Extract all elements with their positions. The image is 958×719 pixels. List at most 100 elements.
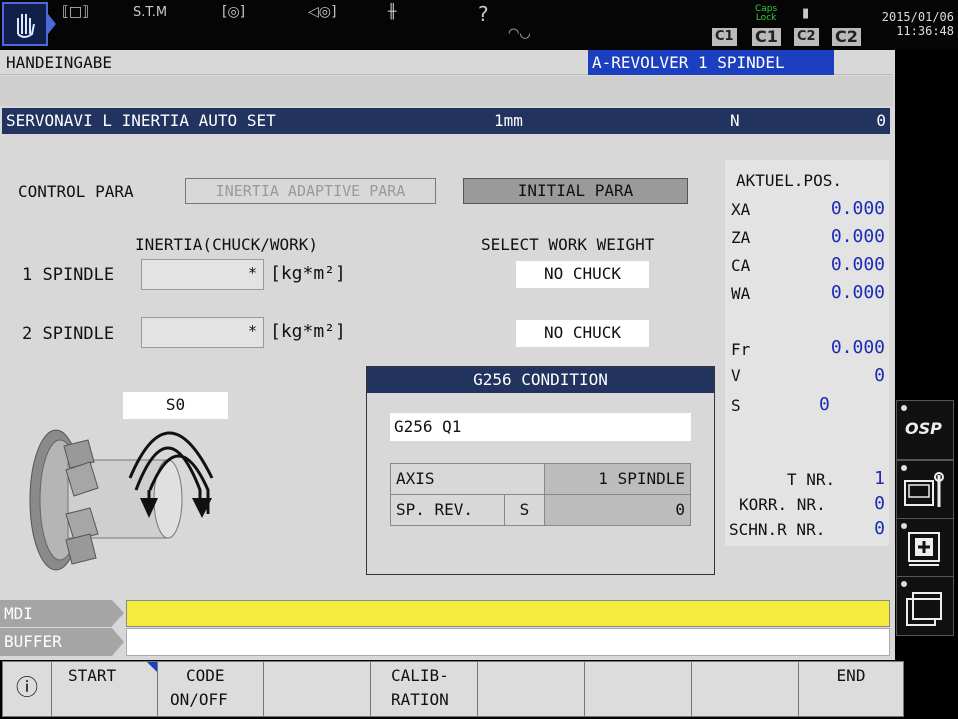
hand-mode-icon[interactable]: [2, 2, 48, 46]
osp-button[interactable]: OSP: [896, 400, 954, 460]
initial-para-text: INITIAL PARA: [517, 181, 634, 200]
axis-ca-value: 0.000: [830, 254, 885, 275]
inertia-header: INERTIA(CHUCK/WORK): [135, 235, 319, 254]
initial-para-option[interactable]: INITIAL PARA: [463, 178, 688, 204]
tool-icon[interactable]: ◁◎]: [308, 4, 336, 20]
spindle-2-work-weight-select[interactable]: NO CHUCK: [516, 320, 649, 347]
s-value: 0: [819, 394, 830, 415]
mdi-row: MDI: [0, 600, 893, 627]
chuck-icon[interactable]: [◎]: [222, 4, 245, 20]
calibration-key[interactable]: CALIB- RATION: [370, 661, 478, 717]
g256-command-value: G256 Q1: [394, 417, 462, 436]
sequence-n-value: 0: [876, 111, 886, 130]
calib-key-label-line2: RATION: [391, 690, 449, 709]
c1-small-indicator: C1: [712, 28, 737, 46]
code-on-off-key[interactable]: CODE ON/OFF: [157, 661, 264, 717]
offset-number-value: 0: [874, 493, 885, 514]
info-icon: ⓘ: [15, 676, 38, 701]
v-label: V: [731, 366, 741, 385]
date-text: 2015/01/06: [881, 10, 954, 24]
chuck-rotation-illustration: [29, 429, 214, 571]
sequence-n-label: N: [730, 111, 740, 130]
spindle-2-label: 2 SPINDLE: [22, 324, 115, 344]
actual-position-title: AKTUEL.POS.: [736, 171, 842, 190]
spindle-2-work-weight-value: NO CHUCK: [543, 323, 622, 342]
osp-logo: OSP: [905, 419, 942, 438]
g256-sprev-label: SP. REV.: [390, 494, 505, 526]
inertia-adaptive-para-option[interactable]: INERTIA ADAPTIVE PARA: [185, 178, 436, 204]
sub-bar: [0, 76, 893, 106]
axis-za-value: 0.000: [830, 226, 885, 247]
offset-number-label: KORR. NR.: [739, 495, 826, 514]
axis-ca-label: CA: [731, 256, 751, 275]
maintenance-button[interactable]: [896, 460, 954, 520]
feedrate-value: 0.000: [830, 337, 885, 358]
date-time: 2015/01/06 11:36:48: [882, 10, 954, 38]
start-key[interactable]: START: [51, 661, 158, 717]
function-key-5[interactable]: [477, 661, 585, 717]
g256-command-field[interactable]: G256 Q1: [390, 413, 691, 441]
buffer-label-arrow: [112, 628, 124, 656]
panel-plus-icon: [908, 532, 940, 566]
spindle-2-inertia-field[interactable]: *: [141, 317, 264, 348]
unit-label: 1mm: [494, 111, 523, 130]
turret-spindle-label: A-REVOLVER 1 SPINDEL: [588, 50, 834, 75]
code-key-label-line2: ON/OFF: [170, 690, 228, 709]
window-switch-indicator-dot: [901, 581, 907, 587]
spindle-1-inertia-value: *: [247, 264, 257, 282]
spindle-2-inertia-value: *: [247, 322, 257, 340]
help-icon[interactable]: ?: [478, 2, 489, 26]
spindle-1-unit: [kg*m²]: [270, 263, 346, 284]
mdi-input[interactable]: [126, 600, 890, 627]
window-switch-button[interactable]: [896, 576, 954, 636]
stm-label[interactable]: S.T.M: [133, 5, 167, 20]
spindle-2-unit: [kg*m²]: [270, 321, 346, 342]
v-value: 0: [874, 365, 885, 386]
hand-mode-pointer-icon: [48, 14, 56, 34]
spindle-1-label: 1 SPINDLE: [22, 265, 115, 285]
tailstock-icon[interactable]: ╫: [388, 4, 396, 20]
info-key[interactable]: ⓘ: [2, 661, 52, 717]
c2-small-indicator: C2: [794, 28, 819, 46]
inertia-adaptive-para-text: INERTIA ADAPTIVE PARA: [215, 182, 406, 200]
g256-sprev-value[interactable]: 0: [544, 494, 691, 526]
buffer-row: BUFFER: [0, 628, 893, 656]
nose-radius-number-value: 0: [874, 518, 885, 539]
workpiece-icon[interactable]: ⟦□⟧: [62, 4, 89, 20]
spindle-speed-command-value: S0: [165, 395, 186, 414]
spindle-speed-command-field[interactable]: S0: [123, 392, 228, 419]
function-key-6[interactable]: [584, 661, 692, 717]
screen-title-bar: SERVONAVI L INERTIA AUTO SET 1mm N 0: [2, 108, 890, 134]
end-key-label: END: [836, 666, 866, 685]
spindle-1-inertia-field[interactable]: *: [141, 259, 264, 290]
g256-sprev-unit: S: [504, 494, 545, 526]
function-key-3[interactable]: [263, 661, 371, 717]
c2-indicator: C2: [832, 28, 861, 46]
calib-key-label-line1: CALIB-: [391, 666, 449, 685]
end-key[interactable]: END: [798, 661, 904, 717]
g256-axis-value[interactable]: 1 SPINDLE: [544, 463, 691, 495]
operation-panel-button[interactable]: [896, 518, 954, 578]
time-text: 11:36:48: [896, 24, 954, 38]
control-para-label: CONTROL PARA: [18, 182, 134, 201]
function-key-7[interactable]: [691, 661, 799, 717]
g256-condition-title: G256 CONDITION: [367, 367, 714, 393]
axis-wa-value: 0.000: [830, 282, 885, 303]
spindle-1-work-weight-select[interactable]: NO CHUCK: [516, 261, 649, 288]
code-key-label-line1: CODE: [186, 666, 225, 685]
axis-za-label: ZA: [731, 228, 751, 247]
tool-number-value: 1: [874, 468, 885, 489]
start-key-label: START: [68, 666, 117, 685]
nose-radius-number-label: SCHN.R NR.: [729, 520, 826, 539]
s-label: S: [731, 396, 741, 415]
spindle-1-work-weight-value: NO CHUCK: [543, 264, 622, 283]
g256-axis-label: AXIS: [390, 463, 545, 495]
windows-icon: [906, 592, 942, 626]
tool-number-label: T NR.: [787, 470, 836, 489]
feedrate-label: Fr: [731, 340, 751, 359]
axis-xa-value: 0.000: [830, 198, 885, 219]
select-work-weight-header: SELECT WORK WEIGHT: [481, 235, 655, 254]
c1-indicator: C1: [752, 28, 781, 46]
buffer-input[interactable]: [126, 628, 890, 656]
start-key-corner-marker: [147, 662, 157, 672]
